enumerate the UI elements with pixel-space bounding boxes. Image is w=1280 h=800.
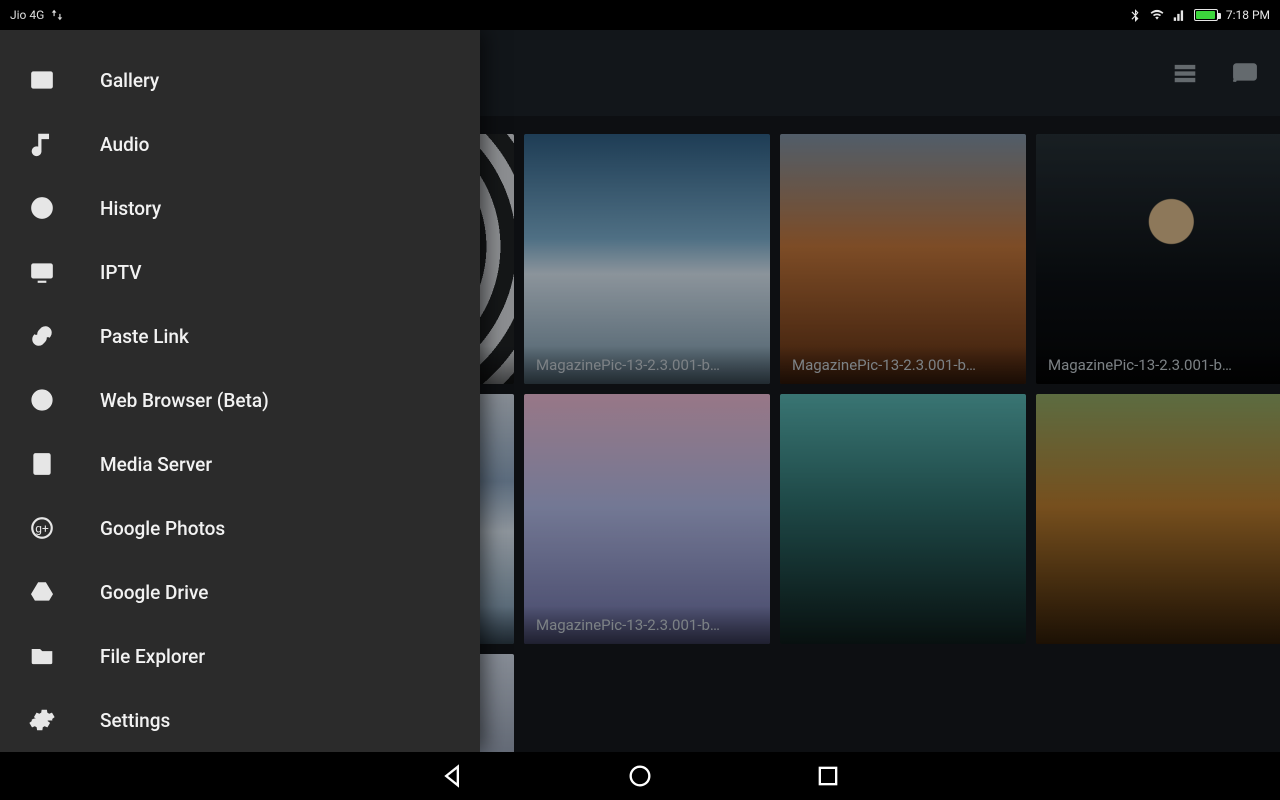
signal-icon bbox=[1172, 8, 1186, 22]
drawer-item-web-browser[interactable]: Web Browser (Beta) bbox=[0, 368, 480, 432]
drawer-item-google-photos[interactable]: g+ Google Photos bbox=[0, 496, 480, 560]
drawer-item-label: Media Server bbox=[100, 453, 212, 476]
carrier-label: Jio 4G bbox=[10, 8, 44, 22]
navigation-drawer: Gallery Audio History IPTV Paste Link Web Bro… bbox=[0, 30, 480, 752]
data-arrows-icon bbox=[50, 8, 64, 22]
drawer-item-media-server[interactable]: Media Server bbox=[0, 432, 480, 496]
drawer-item-label: Web Browser (Beta) bbox=[100, 389, 269, 412]
clock-label: 7:18 PM bbox=[1226, 8, 1270, 22]
bluetooth-icon bbox=[1128, 8, 1142, 22]
system-nav-bar bbox=[0, 752, 1280, 800]
home-button[interactable] bbox=[626, 762, 654, 790]
drawer-item-label: Google Photos bbox=[100, 517, 225, 540]
web-browser-icon bbox=[28, 386, 56, 414]
svg-text:g+: g+ bbox=[35, 521, 49, 535]
drawer-item-label: Audio bbox=[100, 133, 149, 156]
drawer-item-iptv[interactable]: IPTV bbox=[0, 240, 480, 304]
drawer-item-label: History bbox=[100, 197, 161, 220]
status-bar: Jio 4G 7:18 PM bbox=[0, 0, 1280, 30]
drawer-item-paste-link[interactable]: Paste Link bbox=[0, 304, 480, 368]
paste-link-icon bbox=[28, 322, 56, 350]
back-button[interactable] bbox=[438, 762, 466, 790]
gallery-icon bbox=[28, 66, 56, 94]
google-photos-icon: g+ bbox=[28, 514, 56, 542]
battery-icon bbox=[1194, 9, 1218, 21]
drawer-item-google-drive[interactable]: Google Drive bbox=[0, 560, 480, 624]
drawer-item-label: File Explorer bbox=[100, 645, 205, 668]
drawer-item-gallery[interactable]: Gallery bbox=[0, 48, 480, 112]
media-server-icon bbox=[28, 450, 56, 478]
history-icon bbox=[28, 194, 56, 222]
iptv-icon bbox=[28, 258, 56, 286]
drawer-item-label: Paste Link bbox=[100, 325, 189, 348]
drawer-item-label: Google Drive bbox=[100, 581, 208, 604]
drawer-item-label: Gallery bbox=[100, 69, 159, 92]
wifi-icon bbox=[1150, 8, 1164, 22]
drawer-item-label: IPTV bbox=[100, 261, 142, 284]
drawer-item-label: Settings bbox=[100, 709, 170, 732]
drawer-item-settings[interactable]: Settings bbox=[0, 688, 480, 752]
drawer-item-history[interactable]: History bbox=[0, 176, 480, 240]
google-drive-icon bbox=[28, 578, 56, 606]
recents-button[interactable] bbox=[814, 762, 842, 790]
drawer-item-file-explorer[interactable]: File Explorer bbox=[0, 624, 480, 688]
audio-icon bbox=[28, 130, 56, 158]
file-explorer-icon bbox=[28, 642, 56, 670]
settings-icon bbox=[28, 706, 56, 734]
drawer-item-audio[interactable]: Audio bbox=[0, 112, 480, 176]
